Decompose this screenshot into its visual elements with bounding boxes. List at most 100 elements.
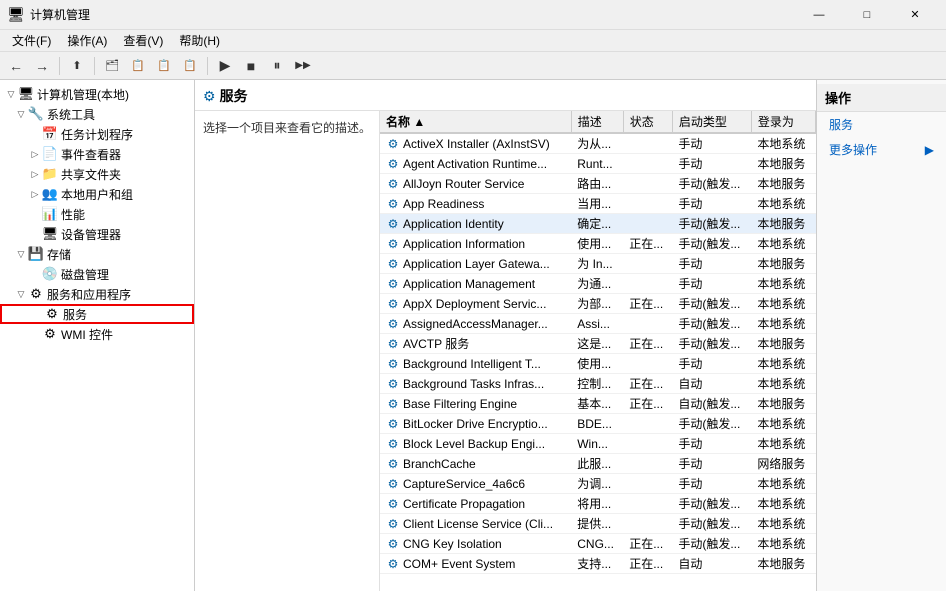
expand-disk-management: ▷ [28,267,42,281]
action-services: 服务 [817,112,946,137]
gear-icon: ⚙ [386,177,400,191]
table-row[interactable]: ⚙Certificate Propagation将用...手动(触发...本地系… [380,494,816,514]
task-scheduler-icon: 📅 [42,126,58,142]
services-apps-icon: ⚙ [28,286,44,302]
menu-file[interactable]: 文件(F) [4,30,59,51]
expand-shared-folders: ▷ [28,167,42,181]
table-row[interactable]: ⚙COM+ Event System支持...正在...自动本地服务 [380,554,816,574]
tree-task-scheduler[interactable]: ▷ 📅 任务计划程序 [0,124,194,144]
cell-login: 网络服务 [751,454,815,474]
tree-performance[interactable]: ▷ 📊 性能 [0,204,194,224]
table-header: 名称 ▲ 描述 状态 启动类型 登录为 [380,111,816,133]
cell-desc: 此服... [571,454,623,474]
table-row[interactable]: ⚙Application Identity确定...手动(触发...本地服务 [380,214,816,234]
expand-services-apps: ▽ [14,287,28,301]
col-desc[interactable]: 描述 [571,111,623,133]
cell-name: ⚙AllJoyn Router Service [380,174,571,194]
menu-view[interactable]: 查看(V) [115,30,171,51]
cell-name: ⚙Client License Service (Cli... [380,514,571,534]
tree-event-viewer[interactable]: ▷ 📄 事件查看器 [0,144,194,164]
cell-desc: 路由... [571,174,623,194]
table-row[interactable]: ⚙App Readiness当用...手动本地系统 [380,194,816,214]
cell-login: 本地系统 [751,234,815,254]
cell-startup: 手动(触发... [672,234,751,254]
cell-desc: 支持... [571,554,623,574]
table-row[interactable]: ⚙Application Management为通...手动本地系统 [380,274,816,294]
cell-status [623,434,672,454]
cell-login: 本地服务 [751,554,815,574]
toolbar-stop[interactable]: ■ [239,55,263,77]
close-button[interactable]: ✕ [892,0,938,30]
tree-services[interactable]: ▷ ⚙ 服务 [0,304,194,324]
table-row[interactable]: ⚙Application Information使用...正在...手动(触发.… [380,234,816,254]
table-row[interactable]: ⚙Block Level Backup Engi...Win...手动本地系统 [380,434,816,454]
tree-system-tools[interactable]: ▽ 🔧 系统工具 [0,104,194,124]
table-row[interactable]: ⚙Application Layer Gatewa...为 In...手动本地服… [380,254,816,274]
toolbar-show-hide-4[interactable]: 📋 [178,55,202,77]
services-apps-label: 服务和应用程序 [47,286,131,303]
col-startup[interactable]: 启动类型 [672,111,751,133]
cell-name: ⚙Block Level Backup Engi... [380,434,571,454]
toolbar-show-hide-3[interactable]: 📋 [152,55,176,77]
tree-wmi[interactable]: ▷ ⚙ WMI 控件 [0,324,194,344]
cell-startup: 手动(触发... [672,334,751,354]
action-more[interactable]: 更多操作 ▶ [817,137,946,162]
table-row[interactable]: ⚙BitLocker Drive Encryptio...BDE...手动(触发… [380,414,816,434]
menu-help[interactable]: 帮助(H) [171,30,228,51]
minimize-button[interactable]: — [796,0,842,30]
expand-storage: ▽ [14,247,28,261]
tree-root[interactable]: ▽ 🖥 计算机管理(本地) [0,84,194,104]
menu-action[interactable]: 操作(A) [59,30,115,51]
cell-desc: 为从... [571,133,623,154]
toolbar-show-hide-2[interactable]: 📋 [126,55,150,77]
table-row[interactable]: ⚙Agent Activation Runtime...Runt...手动本地服… [380,154,816,174]
cell-startup: 手动(触发... [672,414,751,434]
cell-status [623,414,672,434]
toolbar-play[interactable]: ▶ [213,55,237,77]
toolbar-back[interactable]: ← [4,55,28,77]
table-row[interactable]: ⚙Client License Service (Cli...提供...手动(触… [380,514,816,534]
toolbar-restart[interactable]: ▶▶ [291,55,315,77]
table-row[interactable]: ⚙AllJoyn Router Service路由...手动(触发...本地服务 [380,174,816,194]
cell-status: 正在... [623,554,672,574]
table-row[interactable]: ⚙CNG Key IsolationCNG...正在...手动(触发...本地系… [380,534,816,554]
tree-shared-folders[interactable]: ▷ 📁 共享文件夹 [0,164,194,184]
col-login[interactable]: 登录为 [751,111,815,133]
services-header: ⚙ 服务 [195,80,816,111]
cell-login: 本地服务 [751,154,815,174]
toolbar-pause[interactable]: ⏸ [265,55,289,77]
toolbar-show-hide-1[interactable]: 🗂 [100,55,124,77]
table-row[interactable]: ⚙Background Tasks Infras...控制...正在...自动本… [380,374,816,394]
tree-services-apps[interactable]: ▽ ⚙ 服务和应用程序 [0,284,194,304]
toolbar-up[interactable]: ⬆ [65,55,89,77]
table-row[interactable]: ⚙ActiveX Installer (AxInstSV)为从...手动本地系统 [380,133,816,154]
table-row[interactable]: ⚙AssignedAccessManager...Assi...手动(触发...… [380,314,816,334]
maximize-button[interactable]: □ [844,0,890,30]
table-row[interactable]: ⚙AVCTP 服务这是...正在...手动(触发...本地服务 [380,334,816,354]
cell-status [623,274,672,294]
tree-local-users[interactable]: ▷ 👥 本地用户和组 [0,184,194,204]
cell-desc: BDE... [571,414,623,434]
toolbar-forward[interactable]: → [30,55,54,77]
cell-status: 正在... [623,334,672,354]
local-users-icon: 👥 [42,186,58,202]
cell-login: 本地系统 [751,534,815,554]
services-table-container[interactable]: 名称 ▲ 描述 状态 启动类型 登录为 ⚙ActiveX Installer (… [380,111,816,591]
header-row: 名称 ▲ 描述 状态 启动类型 登录为 [380,111,816,133]
table-row[interactable]: ⚙AppX Deployment Servic...为部...正在...手动(触… [380,294,816,314]
cell-desc: 为 In... [571,254,623,274]
col-status[interactable]: 状态 [623,111,672,133]
table-row[interactable]: ⚙CaptureService_4a6c6为调...手动本地系统 [380,474,816,494]
shared-folders-label: 共享文件夹 [61,166,121,183]
services-description-text: 选择一个项目来查看它的描述。 [203,121,371,135]
tree-storage[interactable]: ▽ 💾 存储 [0,244,194,264]
tree-device-manager[interactable]: ▷ 🖥 设备管理器 [0,224,194,244]
table-row[interactable]: ⚙Background Intelligent T...使用...手动本地系统 [380,354,816,374]
table-row[interactable]: ⚙Base Filtering Engine基本...正在...自动(触发...… [380,394,816,414]
cell-login: 本地系统 [751,133,815,154]
cell-desc: 为调... [571,474,623,494]
tree-disk-management[interactable]: ▷ 💿 磁盘管理 [0,264,194,284]
table-row[interactable]: ⚙BranchCache此服...手动网络服务 [380,454,816,474]
col-name[interactable]: 名称 ▲ [380,111,571,133]
cell-login: 本地系统 [751,274,815,294]
